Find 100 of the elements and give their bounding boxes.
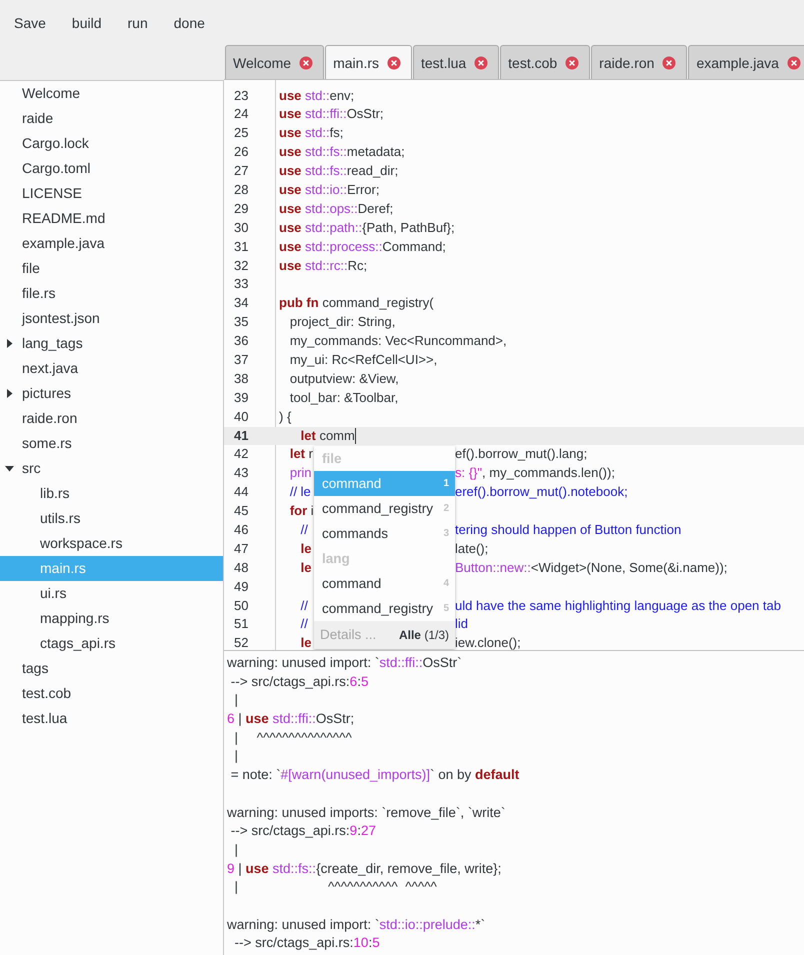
completion-item[interactable]: command 4 [314,570,455,596]
completion-item[interactable]: commands 3 [314,520,455,546]
editor-tab[interactable]: test.lua [413,45,500,79]
code-line: project_dir: String, [288,313,396,332]
code-line: let r [288,445,314,464]
menu-button[interactable]: run [118,10,157,34]
code-line: Button::new::<Widget>(None, Some(&i.name)); [455,558,728,577]
code-line: use std::fs::read_dir; [278,162,398,180]
filter-label[interactable]: Alle (1/3) [398,628,449,642]
code-line: ef().borrow_mut().lang; [455,445,588,464]
file-item[interactable]: file.rs [0,281,223,306]
output-line: | [234,691,240,710]
code-line: s: {}", my_commands.len()); [455,464,615,482]
shortcut-number: 4 [443,576,449,591]
line-number: 50 [233,596,250,615]
file-item[interactable]: example.java [0,231,223,256]
line-number: 42 [233,445,250,464]
expander-icon[interactable] [5,339,14,348]
line-number: 46 [233,520,250,539]
line-number: 30 [233,218,250,237]
output-line: warning: unused import: `std::io::prelude::*` [227,916,486,934]
code-line: use std::ops::Deref; [278,200,394,218]
file-item[interactable]: test.cob [0,681,223,706]
completion-item[interactable]: command_registry 2 [314,496,455,521]
line-number: 49 [233,578,250,596]
file-item[interactable]: Welcome [0,81,223,106]
output-line: 9 | use std::fs::{create_dir, remove_file, write}; [227,860,502,878]
line-number: 28 [233,180,250,199]
code-line: // [300,615,309,634]
file-item[interactable]: some.rs [0,431,223,456]
file-item[interactable]: jsontest.json [0,306,223,331]
code-line: pub fn command_registry( [278,294,434,312]
file-item[interactable]: Cargo.toml [0,156,223,181]
file-item[interactable]: README.md [0,206,223,231]
code-line: use std::ffi::OsStr; [278,105,384,124]
code-line: // [300,520,309,539]
line-number: 40 [233,408,250,426]
output-line: 6 | use std::ffi::OsStr; [227,710,356,728]
completion-item[interactable]: command_registry 5 [314,596,455,621]
line-number: 39 [233,388,250,407]
code-line: eref().borrow_mut().notebook; [455,483,628,502]
line-number: 26 [233,143,250,162]
file-item[interactable]: raide [0,106,223,131]
close-icon[interactable] [786,56,801,70]
menu-button[interactable]: build [62,10,111,34]
menu-button[interactable]: done [164,10,214,34]
code-line: tool_bar: &Toolbar, [288,388,398,407]
line-number: 37 [233,350,250,369]
code-line: use std::rc::Rc; [278,256,368,275]
file-item[interactable]: workspace.rs [0,531,223,556]
line-number: 23 [233,86,250,104]
code-line: le [300,558,313,577]
line-number: 25 [233,124,250,142]
file-item[interactable]: file [0,256,223,281]
shortcut-number: 2 [443,502,449,516]
line-number: 47 [233,540,250,558]
code-line: use std::path::{Path, PathBuf}; [278,218,455,237]
folder-item[interactable]: lang_tags [0,331,223,356]
output-line: | ^^^^^^^^^^^^^^^ [234,728,353,747]
line-number: 36 [233,332,250,350]
editor-tab[interactable]: Welcome [225,45,324,79]
shortcut-number: 5 [443,602,449,616]
file-item[interactable]: test.lua [0,706,223,731]
code-line: for i [288,502,314,520]
line-number: 51 [233,615,250,634]
expander-icon[interactable] [5,464,14,473]
editor-tab[interactable]: main.rs [325,45,412,79]
file-item[interactable]: ctags_api.rs [0,631,223,656]
code-line: le [300,540,313,558]
file-item[interactable]: utils.rs [0,506,223,531]
editor-tab[interactable]: example.java [688,45,804,79]
file-item[interactable]: Cargo.lock [0,131,223,156]
close-icon[interactable] [387,56,401,70]
file-item[interactable]: raide.ron [0,406,223,431]
file-item[interactable]: ui.rs [0,581,223,606]
line-number: 45 [233,502,250,520]
editor-tab[interactable]: raide.ron [591,45,688,79]
line-number: 48 [233,558,250,577]
file-item[interactable]: mapping.rs [0,606,223,631]
code-line: let comm [300,426,355,445]
close-icon[interactable] [662,56,676,70]
group-header: lang [321,550,351,568]
output-line: | [234,747,240,766]
line-number: 29 [233,200,250,218]
folder-item[interactable]: src [0,456,223,481]
output-line: --> src/ctags_api.rs:6:5 [230,672,370,691]
close-icon[interactable] [565,56,580,70]
line-number: 33 [233,275,250,294]
close-icon[interactable] [474,56,488,70]
file-item[interactable]: tags [0,656,223,681]
editor-tab[interactable]: test.cob [500,45,590,79]
file-item[interactable]: next.java [0,356,223,381]
menu-button[interactable]: Save [5,10,55,34]
code-line: // [300,596,309,615]
expander-icon[interactable] [5,389,14,398]
file-item[interactable]: LICENSE [0,181,223,206]
code-line: outputview: &View, [288,370,399,388]
folder-item[interactable]: pictures [0,381,223,406]
file-item[interactable]: lib.rs [0,481,223,506]
close-icon[interactable] [299,56,314,70]
